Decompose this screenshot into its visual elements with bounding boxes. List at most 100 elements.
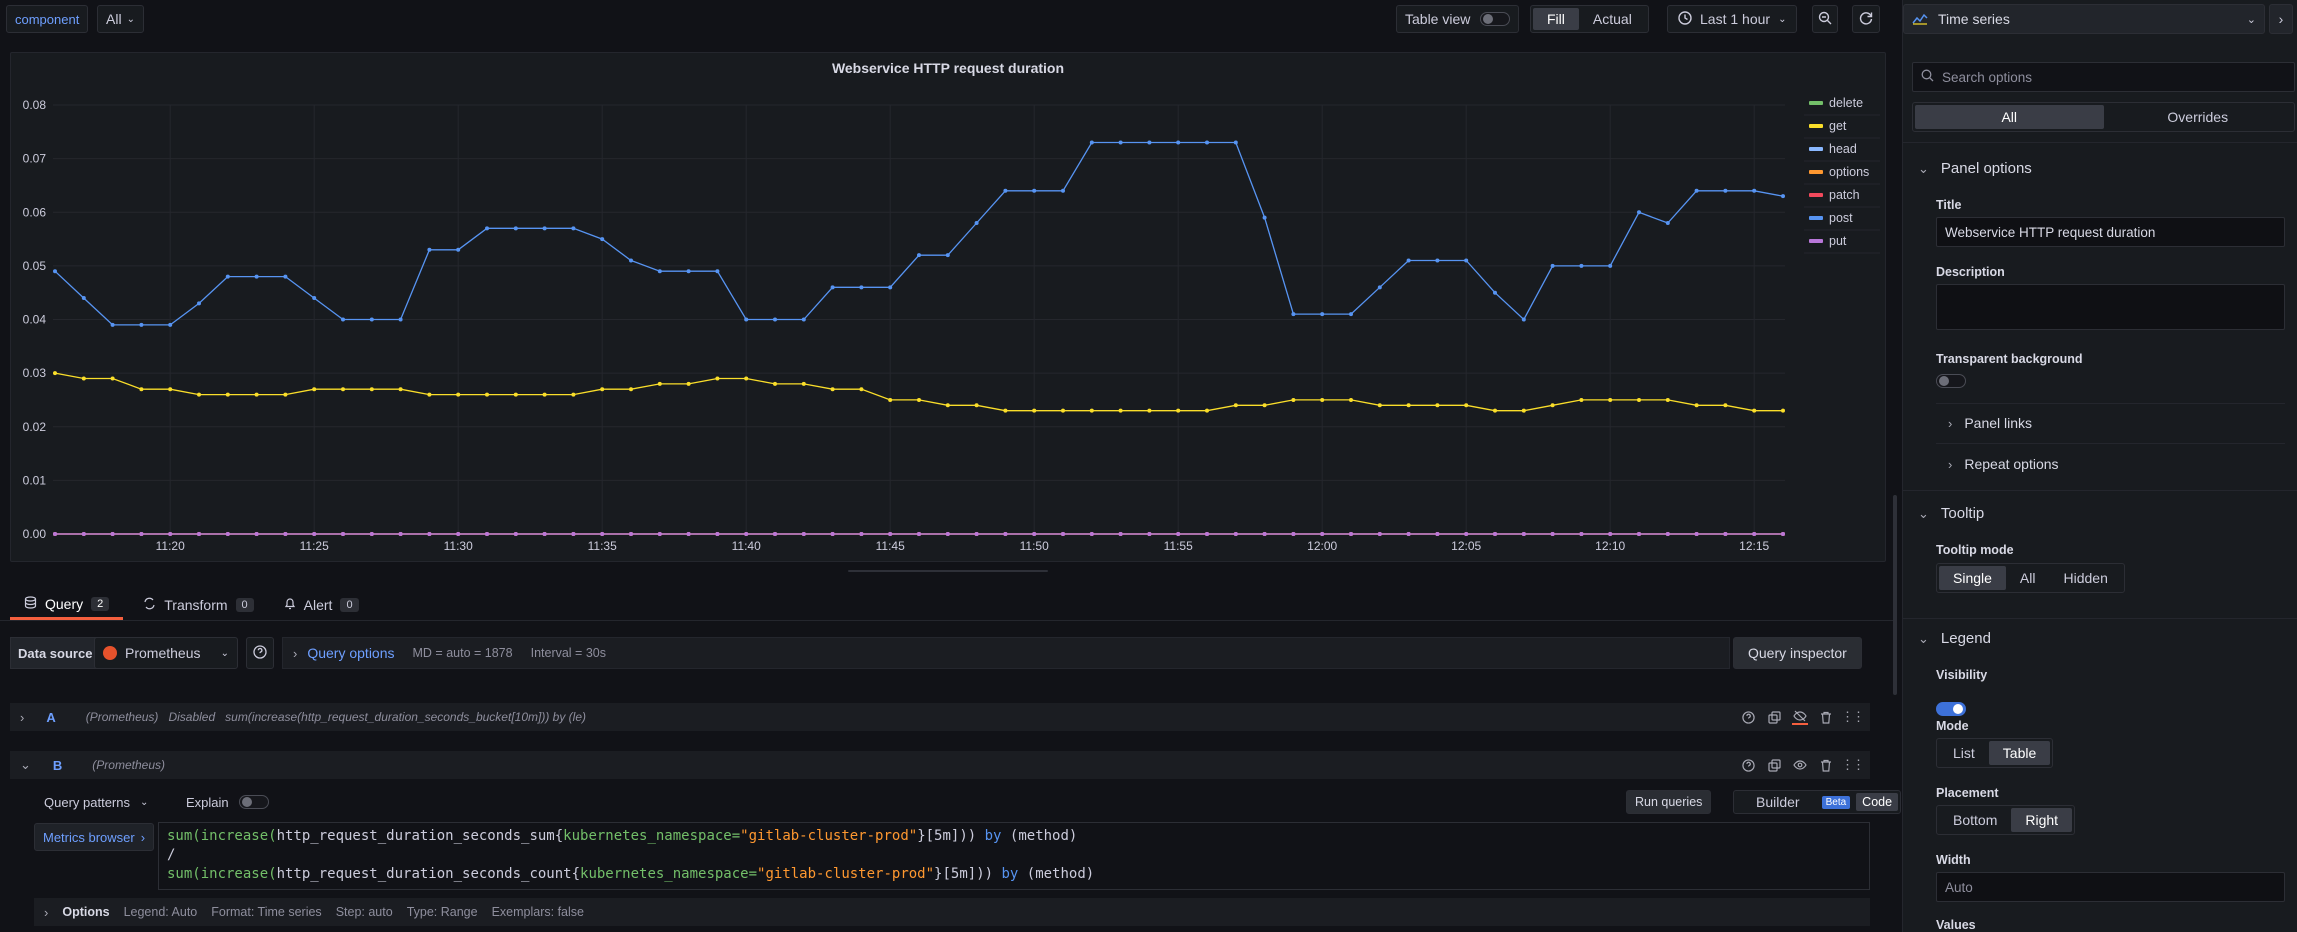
visualization-picker[interactable]: Time series ⌄ xyxy=(1903,4,2265,34)
tab-overrides[interactable]: Overrides xyxy=(2104,105,2293,129)
legend-swatch-options xyxy=(1809,170,1823,174)
placement-right[interactable]: Right xyxy=(2011,808,2073,832)
actual-button[interactable]: Actual xyxy=(1579,8,1646,30)
chart-legend: delete get head options patch post put xyxy=(1804,96,1880,254)
drag-handle-icon[interactable]: ⋮⋮ xyxy=(1841,757,1865,773)
editor-scrollbar[interactable] xyxy=(1893,495,1897,695)
series-point-put xyxy=(888,532,893,536)
series-point-get xyxy=(1061,408,1065,413)
series-point-get xyxy=(1003,408,1008,413)
variable-value: All xyxy=(106,11,122,27)
duplicate-icon[interactable] xyxy=(1766,757,1782,773)
placement-bottom[interactable]: Bottom xyxy=(1939,808,2011,832)
query-a-letter[interactable]: A xyxy=(46,710,55,725)
collapse-sidebar-button[interactable]: › xyxy=(2269,4,2293,34)
time-range-label: Last 1 hour xyxy=(1700,11,1771,27)
table-view-toggle[interactable]: Table view xyxy=(1396,5,1520,33)
transparent-switch[interactable] xyxy=(1936,374,1966,388)
series-point-put xyxy=(456,532,461,536)
datasource-picker[interactable]: Prometheus ⌄ xyxy=(94,637,238,669)
section-panel-links[interactable]: › Panel links xyxy=(1948,415,2032,431)
tab-alert[interactable]: Alert 0 xyxy=(284,590,359,620)
tooltip-single[interactable]: Single xyxy=(1939,566,2006,590)
series-point-get xyxy=(657,381,662,386)
series-point-put xyxy=(197,532,201,536)
series-point-get xyxy=(1637,397,1641,402)
builder-button[interactable]: Builder Beta xyxy=(1736,793,1856,811)
description-textarea[interactable] xyxy=(1936,284,2285,330)
series-point-put xyxy=(917,532,921,536)
tab-all[interactable]: All xyxy=(1915,105,2104,129)
legend-placement-group: Bottom Right xyxy=(1936,805,2076,835)
x-tick-label: 11:45 xyxy=(876,539,905,553)
legend-item-put: put xyxy=(1829,234,1847,248)
query-patterns-select[interactable]: Query patterns ⌄ xyxy=(44,791,148,813)
option-legend: Legend: Auto xyxy=(123,905,198,919)
query-row-a[interactable]: › A (Prometheus) Disabled sum(increase(h… xyxy=(10,703,1870,731)
series-point-put xyxy=(485,532,489,536)
refresh-button[interactable] xyxy=(1852,5,1880,33)
width-input[interactable]: Auto xyxy=(1936,872,2285,902)
section-legend[interactable]: ⌄ Legend xyxy=(1918,630,1991,647)
resize-handle[interactable] xyxy=(848,570,1048,572)
builder-label: Builder xyxy=(1756,794,1800,810)
section-panel-options[interactable]: ⌄ Panel options xyxy=(1918,160,2032,177)
help-icon[interactable] xyxy=(1740,757,1756,773)
section-repeat-options[interactable]: › Repeat options xyxy=(1948,456,2059,472)
series-point-put xyxy=(1493,532,1497,536)
section-tooltip[interactable]: ⌄ Tooltip xyxy=(1918,505,1984,522)
search-options-input[interactable]: Search options xyxy=(1912,62,2295,92)
query-editor[interactable]: sum(increase(http_request_duration_secon… xyxy=(158,822,1870,890)
mode-list[interactable]: List xyxy=(1939,741,1989,765)
table-view-switch[interactable] xyxy=(1480,12,1511,26)
drag-handle-icon[interactable]: ⋮⋮ xyxy=(1841,709,1865,725)
query-inspector-button[interactable]: Query inspector xyxy=(1733,637,1862,669)
query-options-bar[interactable]: › Query options MD = auto = 1878 Interva… xyxy=(282,637,1730,669)
series-point-post xyxy=(1493,290,1497,295)
chevron-down-icon[interactable]: ⌄ xyxy=(20,757,31,773)
duplicate-icon[interactable] xyxy=(1766,709,1782,725)
series-point-post xyxy=(1291,312,1296,317)
tooltip-all[interactable]: All xyxy=(2006,566,2050,590)
explain-toggle[interactable]: Explain xyxy=(186,791,269,813)
series-point-post xyxy=(1377,285,1382,290)
trash-icon[interactable] xyxy=(1818,709,1834,725)
metrics-browser-button[interactable]: Metrics browser › xyxy=(34,823,155,851)
time-series-chart[interactable]: 0.00 0.01 0.02 0.03 0.04 0.05 0.06 0.07 0.08 11:… xyxy=(10,52,1886,562)
series-point-get xyxy=(600,387,605,392)
query-options-summary[interactable]: › Options Legend: Auto Format: Time seri… xyxy=(34,898,1870,926)
trash-icon[interactable] xyxy=(1818,757,1834,773)
tab-transform[interactable]: Transform 0 xyxy=(143,590,254,620)
title-input[interactable]: Webservice HTTP request duration xyxy=(1936,217,2285,247)
table-view-label: Table view xyxy=(1405,11,1471,27)
zoom-out-button[interactable] xyxy=(1812,5,1838,33)
series-point-get xyxy=(1176,408,1181,413)
visibility-switch[interactable] xyxy=(1936,702,1966,716)
explain-switch[interactable] xyxy=(238,795,269,809)
series-point-get xyxy=(974,403,979,408)
run-queries-button[interactable]: Run queries xyxy=(1626,790,1712,814)
time-range-picker[interactable]: Last 1 hour ⌄ xyxy=(1667,5,1798,33)
tooltip-hidden[interactable]: Hidden xyxy=(2049,566,2121,590)
eye-icon[interactable] xyxy=(1792,757,1808,773)
series-point-post xyxy=(1349,312,1353,317)
series-point-post xyxy=(225,274,230,279)
query-b-letter[interactable]: B xyxy=(53,758,62,773)
variable-label: component xyxy=(6,5,89,33)
tab-query[interactable]: Query 2 xyxy=(10,590,124,620)
fill-button[interactable]: Fill xyxy=(1533,8,1579,30)
series-point-post xyxy=(427,247,432,252)
mode-table[interactable]: Table xyxy=(1988,741,2051,765)
datasource-help-button[interactable] xyxy=(246,637,274,669)
query-options-label[interactable]: Query options xyxy=(307,645,394,661)
code-button[interactable]: Code xyxy=(1856,793,1899,811)
variable-select[interactable]: All ⌄ xyxy=(97,5,144,33)
series-point-post xyxy=(1003,188,1008,193)
query-row-b[interactable]: ⌄ B (Prometheus) ⋮⋮ xyxy=(10,751,1870,779)
tab-transform-label: Transform xyxy=(164,597,228,613)
eye-slash-icon[interactable] xyxy=(1792,709,1808,725)
chevron-right-icon[interactable]: › xyxy=(20,710,24,725)
builder-code-toggle: Builder Beta Code xyxy=(1733,790,1902,814)
x-tick-label: 12:00 xyxy=(1307,539,1337,553)
help-icon[interactable] xyxy=(1740,709,1756,725)
